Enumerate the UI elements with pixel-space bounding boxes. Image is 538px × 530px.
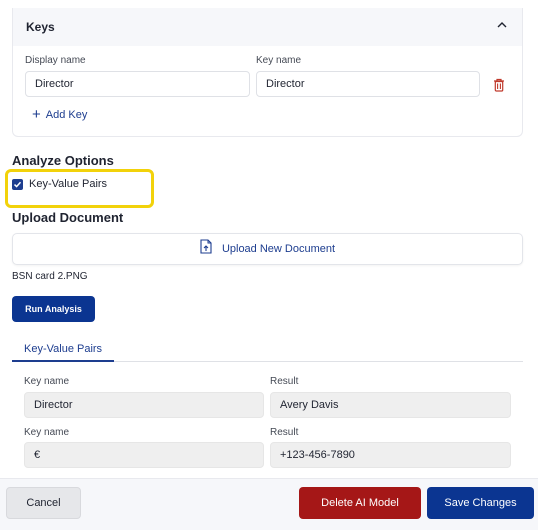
tab-key-value-pairs[interactable]: Key-Value Pairs	[12, 337, 115, 362]
display-name-label: Display name	[25, 55, 86, 66]
cancel-button[interactable]: Cancel	[6, 487, 81, 519]
plus-icon: +	[32, 106, 41, 123]
delete-ai-model-button[interactable]: Delete AI Model	[299, 487, 421, 519]
upload-label: Upload New Document	[221, 243, 336, 255]
display-name-input[interactable]	[25, 71, 250, 97]
results-tabs: Key-Value Pairs	[12, 337, 523, 362]
checkbox-label: Key-Value Pairs	[29, 178, 108, 190]
keys-title: Keys	[26, 20, 55, 34]
analyze-options-title: Analyze Options	[12, 153, 114, 168]
results-panel: Key name Result Director Avery Davis Key…	[12, 364, 523, 476]
uploaded-filename: BSN card 2.PNG	[12, 271, 88, 282]
run-analysis-button[interactable]: Run Analysis	[12, 296, 95, 322]
file-upload-icon	[200, 239, 212, 259]
trash-icon[interactable]	[491, 76, 507, 94]
result-value-field: +123-456-7890	[270, 442, 511, 468]
result-value-label: Result	[270, 427, 299, 438]
chevron-up-icon[interactable]	[494, 17, 510, 33]
result-key-label: Key name	[24, 427, 70, 438]
add-key-label: Add Key	[45, 109, 88, 121]
add-key-button[interactable]: + Add Key	[32, 106, 88, 123]
checkbox-checked-icon[interactable]	[12, 178, 23, 190]
keys-card: Keys Display name Key name + Add Key	[12, 8, 523, 137]
upload-new-document-button[interactable]: Upload New Document	[12, 233, 523, 265]
upload-document-title: Upload Document	[12, 210, 124, 225]
result-value-field: Avery Davis	[270, 392, 511, 418]
key-name-label: Key name	[256, 55, 302, 66]
result-value-label: Result	[270, 376, 299, 387]
result-key-field: €	[24, 442, 264, 468]
save-changes-button[interactable]: Save Changes	[427, 487, 534, 519]
key-name-input[interactable]	[256, 71, 480, 97]
result-key-label: Key name	[24, 376, 70, 387]
result-key-field: Director	[24, 392, 264, 418]
keys-header[interactable]: Keys	[13, 8, 522, 46]
key-value-pairs-checkbox[interactable]: Key-Value Pairs	[12, 178, 107, 190]
